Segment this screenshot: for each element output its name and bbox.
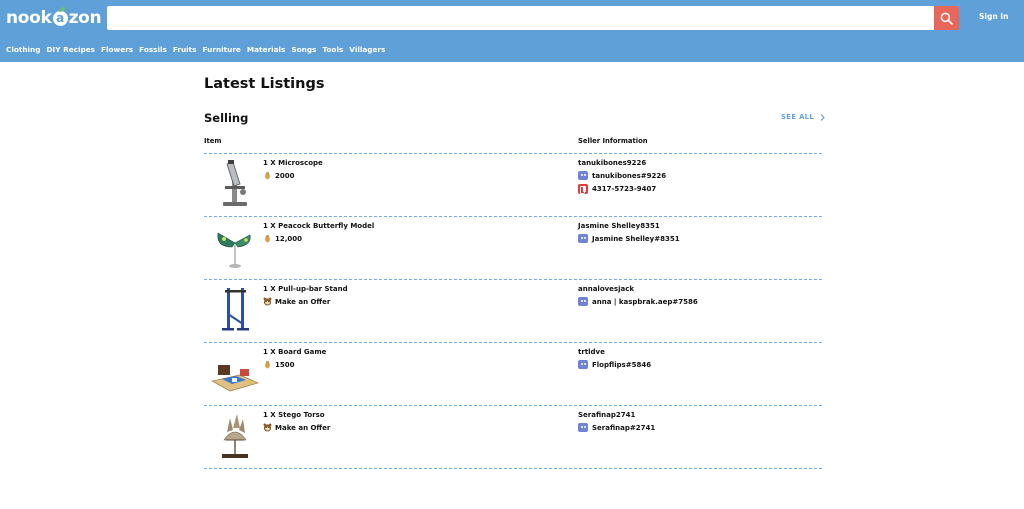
seller-username[interactable]: tanukibones9226	[578, 159, 646, 167]
logo-text-right: zon	[68, 8, 102, 28]
bell-bag-icon	[265, 361, 270, 369]
header-bar: nook a zon Sign In Clothing DIY Recipes Fl…	[0, 0, 1024, 62]
discord-handle: Jasmine Shelley#8351	[592, 234, 680, 243]
nav-clothing[interactable]: Clothing	[6, 45, 40, 54]
nav-materials[interactable]: Materials	[247, 45, 286, 54]
item-name[interactable]: 1 X Microscope	[263, 159, 323, 167]
price-value: Make an Offer	[275, 297, 331, 306]
discord-icon	[578, 171, 588, 180]
discord-handle: Serafinap#2741	[592, 423, 656, 432]
seller-contact-discord: anna | kaspbrak.aep#7586	[578, 297, 698, 306]
bell-bag-icon	[265, 235, 270, 243]
listing-row[interactable]: 1 X Peacock Butterfly Model 12,000 Jasmi…	[204, 217, 822, 279]
tanuki-icon	[263, 297, 272, 306]
logo-text-left: nook	[6, 8, 52, 28]
listing-row[interactable]: 1 X Stego Torso Make an Offer Serafinap2…	[204, 406, 822, 468]
discord-icon	[578, 297, 588, 306]
seller-username[interactable]: trtldve	[578, 348, 605, 356]
row-divider	[204, 468, 822, 469]
nookazon-logo[interactable]: nook a zon	[6, 6, 102, 28]
column-header-seller: Seller Information	[578, 137, 648, 145]
nav-songs[interactable]: Songs	[291, 45, 316, 54]
discord-icon	[578, 423, 588, 432]
see-all-label: SEE ALL	[781, 113, 815, 121]
seller-contact-discord: Serafinap#2741	[578, 423, 655, 432]
seller-contact-switch: 4317-5723-9407	[578, 184, 656, 194]
switch-friend-code: 4317-5723-9407	[592, 185, 657, 193]
price-value: Make an Offer	[275, 423, 331, 432]
logo-leaf-icon: a	[52, 6, 68, 26]
bell-bag-icon	[265, 172, 270, 180]
butterfly-model-image	[217, 232, 251, 268]
column-header-item: Item	[204, 137, 222, 145]
tanuki-icon	[263, 423, 272, 432]
see-all-link[interactable]: SEE ALL	[781, 113, 826, 121]
discord-handle: anna | kaspbrak.aep#7586	[592, 297, 698, 306]
nav-tools[interactable]: Tools	[322, 45, 343, 54]
listing-row[interactable]: 1 X Board Game 1500 trtldve Flopflips#58…	[204, 343, 822, 405]
price-value: 12,000	[275, 234, 303, 243]
discord-handle: tanukibones#9226	[592, 171, 667, 180]
microscope-image	[223, 160, 247, 206]
seller-username[interactable]: Jasmine Shelley8351	[578, 222, 660, 230]
discord-handle: Flopflips#5846	[592, 360, 652, 369]
seller-username[interactable]: annalovesjack	[578, 285, 634, 293]
nav-diy-recipes[interactable]: DIY Recipes	[46, 45, 95, 54]
listing-row[interactable]: 1 X Pull-up-bar Stand Make an Offer anna…	[204, 280, 822, 342]
item-name[interactable]: 1 X Board Game	[263, 348, 326, 356]
item-name[interactable]: 1 X Peacock Butterfly Model	[263, 222, 374, 230]
discord-icon	[578, 234, 588, 243]
item-price: 1500	[263, 360, 294, 369]
seller-contact-discord: tanukibones#9226	[578, 171, 666, 180]
chevron-right-icon	[820, 113, 826, 121]
nav-flowers[interactable]: Flowers	[101, 45, 133, 54]
seller-contact-discord: Flopflips#5846	[578, 360, 651, 369]
search-input[interactable]	[107, 6, 934, 30]
listing-row[interactable]: 1 X Microscope 2000 tanukibones9226 tanu…	[204, 154, 822, 216]
search-button[interactable]	[934, 6, 959, 30]
seller-username[interactable]: Serafinap2741	[578, 411, 635, 419]
item-price: 12,000	[263, 234, 302, 243]
search-icon	[940, 12, 953, 25]
price-value: 2000	[275, 171, 295, 180]
nav-furniture[interactable]: Furniture	[203, 45, 241, 54]
item-price: Make an Offer	[263, 423, 330, 432]
section-title-selling: Selling	[204, 111, 249, 125]
page-title: Latest Listings	[204, 76, 325, 92]
discord-icon	[578, 360, 588, 369]
sign-in-link[interactable]: Sign In	[979, 12, 1008, 21]
item-name[interactable]: 1 X Stego Torso	[263, 411, 325, 419]
category-nav: Clothing DIY Recipes Flowers Fossils Fru…	[6, 45, 391, 54]
seller-contact-discord: Jasmine Shelley#8351	[578, 234, 680, 243]
item-name[interactable]: 1 X Pull-up-bar Stand	[263, 285, 348, 293]
item-price: Make an Offer	[263, 297, 330, 306]
price-value: 1500	[275, 360, 295, 369]
pull-up-bar-image	[222, 288, 249, 331]
board-game-image	[211, 365, 259, 392]
nav-fruits[interactable]: Fruits	[173, 45, 197, 54]
nintendo-switch-icon	[578, 184, 588, 194]
nav-villagers[interactable]: Villagers	[349, 45, 385, 54]
nav-fossils[interactable]: Fossils	[139, 45, 167, 54]
stego-torso-image	[222, 414, 248, 458]
item-price: 2000	[263, 171, 294, 180]
